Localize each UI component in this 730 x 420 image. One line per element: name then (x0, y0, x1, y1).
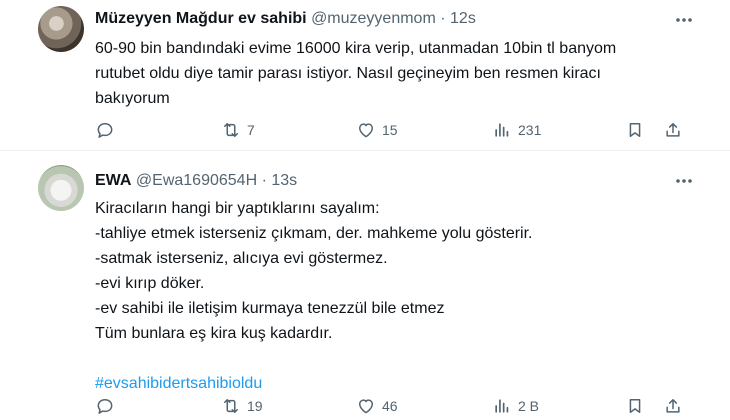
tweet[interactable]: Müzeyyen Mağdur ev sahibi @muzeyyenmom ·… (0, 0, 730, 150)
tweet-text-line: Tüm bunlara eş kira kuş kadardır. (95, 325, 333, 342)
retweet-icon (224, 399, 238, 413)
timestamp[interactable]: 13s (271, 172, 297, 189)
reply-icon (97, 399, 113, 414)
tweet-text-line: 60-90 bin bandındaki evime 16000 kira ve… (95, 40, 617, 57)
tweet-text: 60-90 bin bandındaki evime 16000 kira ve… (95, 36, 685, 111)
share-icon (666, 399, 680, 413)
bookmark-button[interactable] (625, 118, 645, 142)
tweet-text-line: -evi kırıp döker. (95, 275, 205, 292)
tweet[interactable]: EWA @Ewa1690654H · 13s Kiracıların hangi… (0, 151, 730, 420)
retweet-count: 19 (247, 398, 263, 414)
tweet-text-line: -ev sahibi ile iletişim kurmaya tenezzül… (95, 300, 445, 317)
action-bar: 19 46 2 B (95, 394, 695, 418)
bookmark-icon (629, 123, 641, 137)
views-count: 2 B (518, 398, 540, 414)
avatar[interactable] (38, 165, 84, 211)
author-handle[interactable]: @muzeyyenmom (311, 10, 436, 27)
author-name[interactable]: EWA (95, 172, 131, 189)
views-count: 231 (518, 122, 542, 138)
like-count: 15 (382, 122, 398, 138)
more-icon[interactable] (674, 175, 694, 183)
bookmark-button[interactable] (625, 394, 645, 418)
timestamp[interactable]: 12s (450, 10, 476, 27)
action-bar: 7 15 231 (95, 118, 695, 142)
reply-button[interactable] (95, 118, 121, 142)
author-name[interactable]: Müzeyyen Mağdur ev sahibi (95, 10, 307, 27)
tweet-text-line: bakıyorum (95, 90, 170, 107)
tweet-text-line: Kiracıların hangi bir yaptıklarını sayal… (95, 200, 380, 217)
tweet-text-line: rutubet oldu diye tamir parası istiyor. … (95, 65, 601, 82)
like-icon (359, 123, 373, 138)
more-icon[interactable] (674, 14, 694, 22)
reply-icon (97, 123, 113, 138)
retweet-button[interactable]: 7 (221, 118, 255, 142)
retweet-button[interactable]: 19 (221, 394, 263, 418)
hashtag-link[interactable]: #evsahibidertsahibioldu (95, 371, 685, 396)
avatar[interactable] (38, 6, 84, 52)
views-button[interactable]: 2 B (492, 394, 539, 418)
retweet-icon (224, 123, 238, 137)
like-button[interactable]: 46 (356, 394, 398, 418)
tweet-header: Müzeyyen Mağdur ev sahibi @muzeyyenmom ·… (95, 9, 476, 29)
share-icon (666, 123, 680, 137)
bookmark-icon (629, 399, 641, 413)
tweet-text: Kiracıların hangi bir yaptıklarını sayal… (95, 196, 685, 396)
views-icon (495, 123, 509, 137)
share-button[interactable] (663, 118, 683, 142)
reply-button[interactable] (95, 394, 121, 418)
separator-dot: · (440, 10, 446, 27)
views-icon (495, 399, 509, 413)
tweet-header: EWA @Ewa1690654H · 13s (95, 171, 297, 191)
retweet-count: 7 (247, 122, 255, 138)
tweet-text-line: -tahliye etmek isterseniz çıkmam, der. m… (95, 225, 533, 242)
like-button[interactable]: 15 (356, 118, 398, 142)
separator-dot: · (261, 172, 267, 189)
views-button[interactable]: 231 (492, 118, 541, 142)
like-icon (359, 399, 373, 414)
author-handle[interactable]: @Ewa1690654H (136, 172, 257, 189)
like-count: 46 (382, 398, 398, 414)
tweet-text-line: -satmak isterseniz, alıcıya evi gösterme… (95, 250, 388, 267)
share-button[interactable] (663, 394, 683, 418)
